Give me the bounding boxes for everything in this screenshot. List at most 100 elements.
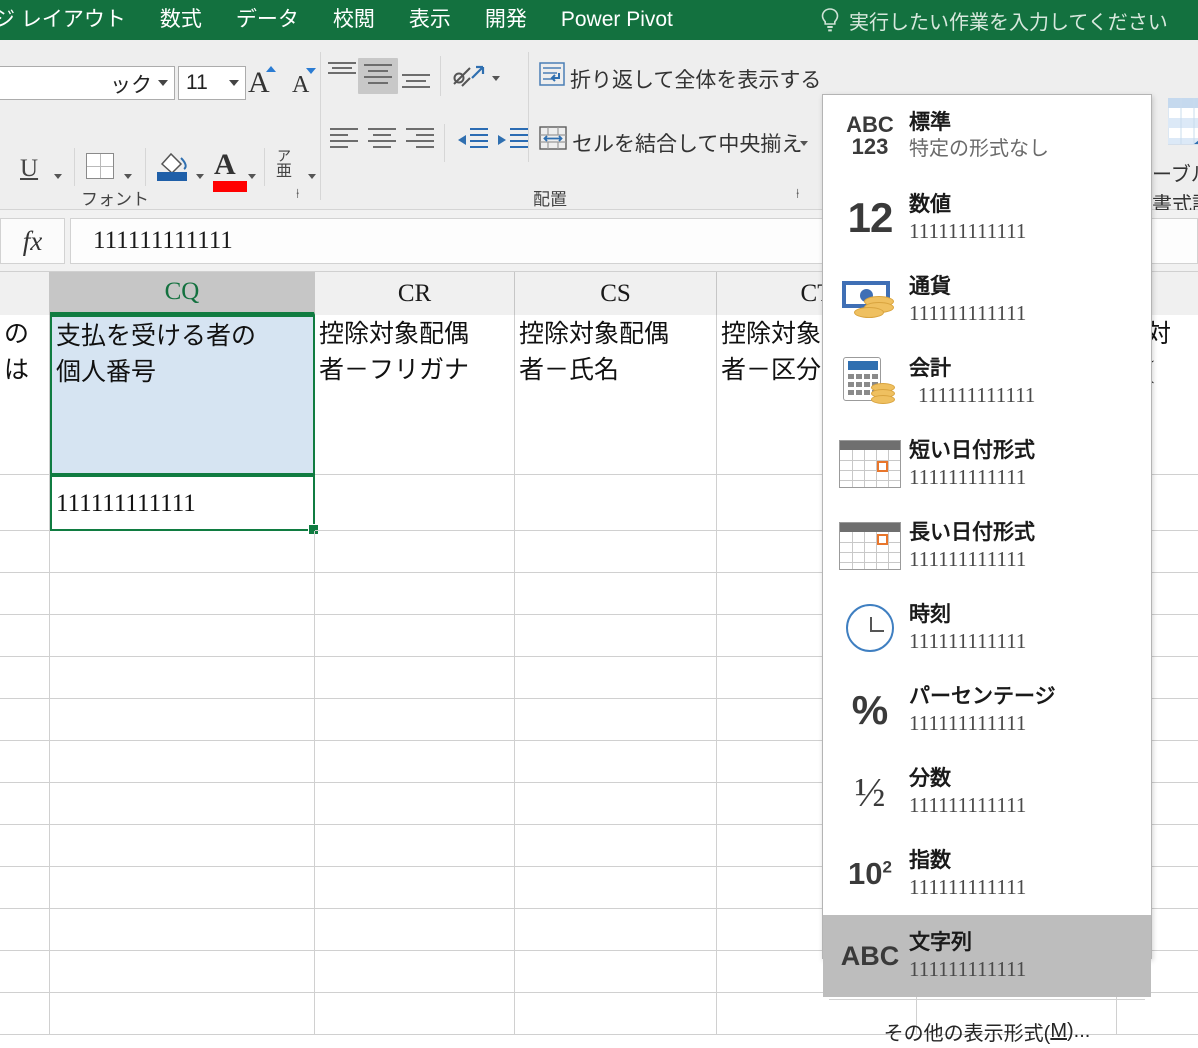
- align-left-icon[interactable]: [330, 128, 360, 152]
- column-header-cr[interactable]: CR: [315, 272, 515, 315]
- tab-formulas[interactable]: 数式: [143, 0, 219, 40]
- align-bottom-icon[interactable]: [402, 74, 432, 92]
- format-as-table-icon[interactable]: [1167, 97, 1198, 159]
- menu-item-accounting[interactable]: 会計 111111111111: [823, 341, 1151, 423]
- cell-empty[interactable]: [0, 951, 50, 993]
- cell-empty[interactable]: [315, 699, 515, 741]
- cell-empty[interactable]: [50, 741, 315, 783]
- cell-empty[interactable]: [515, 909, 717, 951]
- cell-empty[interactable]: [50, 825, 315, 867]
- merge-center-icon[interactable]: [538, 124, 568, 157]
- column-header-cs[interactable]: CS: [515, 272, 717, 315]
- alignment-dialog-launcher[interactable]: ⍿: [796, 186, 799, 202]
- cell-empty[interactable]: [0, 867, 50, 909]
- menu-item-time[interactable]: 時刻 111111111111: [823, 587, 1151, 669]
- cell-empty[interactable]: [515, 783, 717, 825]
- wrap-text-label[interactable]: 折り返して全体を表示する: [570, 64, 821, 94]
- column-header-cq[interactable]: CQ: [50, 272, 315, 315]
- cell-cs-row2[interactable]: [515, 475, 717, 531]
- tab-data[interactable]: データ: [219, 0, 316, 40]
- tab-review[interactable]: 校閲: [316, 0, 392, 40]
- menu-item-text-format[interactable]: ABC 文字列 111111111111: [823, 915, 1151, 997]
- cell-empty[interactable]: [0, 615, 50, 657]
- cell-empty[interactable]: [515, 867, 717, 909]
- tab-developer[interactable]: 開発: [468, 0, 544, 40]
- menu-item-exponential[interactable]: 102 指数 111111111111: [823, 833, 1151, 915]
- align-right-icon[interactable]: [406, 128, 436, 152]
- cell-empty[interactable]: [515, 825, 717, 867]
- cell-empty[interactable]: [50, 657, 315, 699]
- phonetic-guide-icon[interactable]: ア 亜: [276, 149, 292, 180]
- cell-empty[interactable]: [50, 993, 315, 1035]
- menu-item-currency[interactable]: 通貨 111111111111: [823, 259, 1151, 341]
- cell-empty[interactable]: [0, 909, 50, 951]
- cell-empty[interactable]: [50, 909, 315, 951]
- fill-color-icon[interactable]: [156, 148, 190, 183]
- cell-empty[interactable]: [315, 993, 515, 1035]
- decrease-indent-icon[interactable]: [456, 128, 488, 152]
- merge-center-label[interactable]: セルを結合して中央揃え: [572, 128, 802, 158]
- align-center-icon[interactable]: [368, 128, 398, 152]
- cell-empty[interactable]: [315, 741, 515, 783]
- cell-empty[interactable]: [515, 657, 717, 699]
- cell-empty[interactable]: [315, 951, 515, 993]
- menu-item-short-date[interactable]: 短い日付形式 111111111111: [823, 423, 1151, 505]
- cell-left-partial[interactable]: の は: [0, 315, 50, 475]
- cell-empty[interactable]: [0, 783, 50, 825]
- align-top-icon[interactable]: [328, 62, 358, 82]
- tell-me-search[interactable]: 実行したい作業を入力してください: [820, 0, 1168, 40]
- cell-empty[interactable]: [515, 993, 717, 1035]
- cell-empty[interactable]: [0, 657, 50, 699]
- underline-button[interactable]: U: [20, 155, 38, 183]
- cell-cq-header[interactable]: 支払を受ける者の 個人番号: [50, 315, 315, 475]
- cell-empty[interactable]: [515, 741, 717, 783]
- cell-cr-header[interactable]: 控除対象配偶 者－フリガナ: [315, 315, 515, 475]
- cell-empty[interactable]: [315, 573, 515, 615]
- cell-empty[interactable]: [0, 993, 50, 1035]
- cell-empty[interactable]: [515, 699, 717, 741]
- cell-empty[interactable]: [0, 531, 50, 573]
- cell-empty[interactable]: [515, 615, 717, 657]
- cell-empty[interactable]: [50, 699, 315, 741]
- tab-page-layout[interactable]: ジ レイアウト: [0, 0, 143, 40]
- cell-empty[interactable]: [315, 909, 515, 951]
- cell-empty[interactable]: [315, 867, 515, 909]
- orientation-icon[interactable]: [450, 56, 488, 99]
- tab-view[interactable]: 表示: [392, 0, 468, 40]
- cell-empty[interactable]: [50, 783, 315, 825]
- wrap-text-icon[interactable]: [538, 60, 566, 93]
- cell-empty[interactable]: [50, 867, 315, 909]
- align-middle-icon[interactable]: [364, 64, 394, 88]
- cell-empty[interactable]: [315, 657, 515, 699]
- cell-cs-header[interactable]: 控除対象配偶 者－氏名: [515, 315, 717, 475]
- menu-item-number[interactable]: 12 数値 111111111111: [823, 177, 1151, 259]
- cell-empty[interactable]: [515, 573, 717, 615]
- cell-empty[interactable]: [50, 615, 315, 657]
- font-name-combo[interactable]: ック: [0, 66, 175, 100]
- font-color-icon[interactable]: A: [213, 148, 247, 192]
- menu-item-more-formats[interactable]: その他の表示形式(M)...: [823, 1002, 1151, 1048]
- menu-item-long-date[interactable]: 長い日付形式 111111111111: [823, 505, 1151, 587]
- cell-empty[interactable]: [0, 825, 50, 867]
- cell-empty[interactable]: [0, 699, 50, 741]
- cell-empty[interactable]: [315, 783, 515, 825]
- menu-item-fraction[interactable]: ½ 分数 111111111111: [823, 751, 1151, 833]
- decrease-font-size-button[interactable]: A: [292, 72, 309, 99]
- menu-item-general[interactable]: ABC 123 標準 特定の形式なし: [823, 95, 1151, 177]
- cell-empty[interactable]: [50, 531, 315, 573]
- insert-function-icon[interactable]: fx: [0, 218, 65, 264]
- tab-power-pivot[interactable]: Power Pivot: [544, 0, 690, 40]
- cell-cr-row2[interactable]: [315, 475, 515, 531]
- menu-item-percentage[interactable]: % パーセンテージ 111111111111: [823, 669, 1151, 751]
- cell-empty[interactable]: [50, 951, 315, 993]
- cell-empty[interactable]: [0, 741, 50, 783]
- borders-icon[interactable]: [86, 153, 114, 179]
- cell-empty[interactable]: [315, 825, 515, 867]
- cell-empty[interactable]: [315, 531, 515, 573]
- font-dialog-launcher[interactable]: ⍿: [296, 186, 299, 202]
- cell-cq-active[interactable]: 111111111111: [50, 475, 315, 531]
- cell-empty[interactable]: [515, 951, 717, 993]
- increase-indent-icon[interactable]: [496, 128, 528, 152]
- cell-empty[interactable]: [515, 531, 717, 573]
- cell-row2-rowhead[interactable]: [0, 475, 50, 531]
